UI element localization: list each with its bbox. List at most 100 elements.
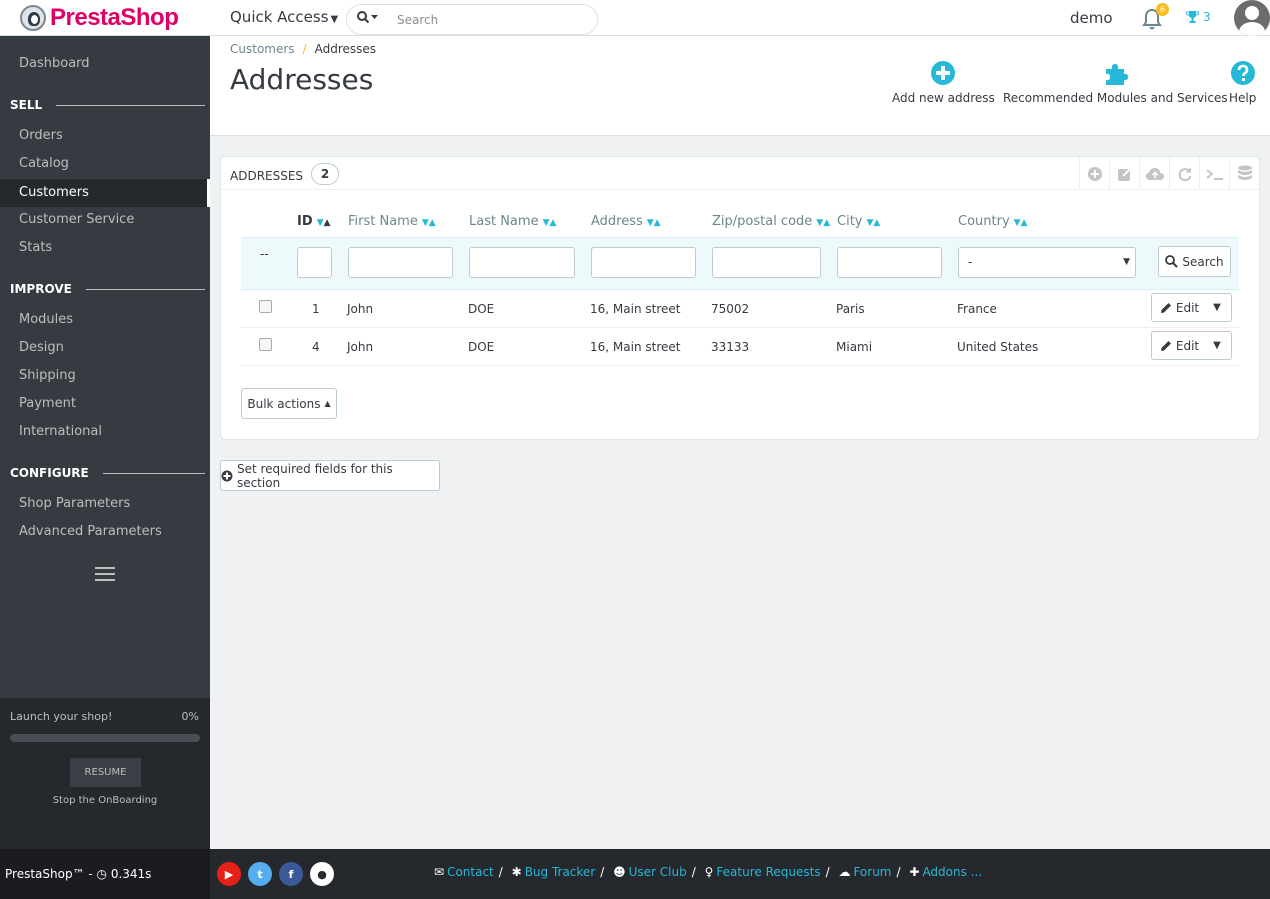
column-country-label: Country: [958, 214, 1010, 229]
panel-header: ADDRESSES 2: [221, 157, 1259, 190]
row-actions: Edit ▼: [1151, 293, 1232, 322]
cell-id: 1: [312, 302, 320, 316]
footer-link-addons[interactable]: Addons ...: [922, 865, 982, 879]
cell-last-name: DOE: [468, 340, 495, 354]
set-required-fields-button[interactable]: Set required fields for this section: [220, 460, 440, 491]
edit-button[interactable]: Edit: [1152, 294, 1203, 321]
refresh-icon[interactable]: [1169, 157, 1199, 190]
github-icon[interactable]: ●: [310, 862, 334, 886]
lightbulb-icon: ♀: [704, 865, 714, 879]
page-header: Customers / Addresses Addresses Add new ad…: [210, 36, 1270, 136]
filter-zip-input[interactable]: [712, 247, 821, 278]
sort-icons[interactable]: ▼▲: [317, 218, 331, 228]
search-icon: [1165, 255, 1179, 268]
sidebar-item-orders[interactable]: Orders: [0, 122, 210, 150]
filter-city-input[interactable]: [837, 247, 942, 278]
sidebar-item-customers[interactable]: Customers: [0, 179, 210, 207]
sort-icons[interactable]: ▼▲: [543, 218, 557, 228]
filter-last-name-input[interactable]: [469, 247, 575, 278]
cell-address: 16, Main street: [590, 340, 681, 354]
sidebar-item-modules[interactable]: Modules: [0, 306, 210, 334]
twitter-icon[interactable]: t: [248, 862, 272, 886]
table-row[interactable]: 1 John DOE 16, Main street 75002 Paris F…: [241, 290, 1239, 328]
puzzle-icon: [1106, 64, 1129, 85]
terminal-icon[interactable]: [1199, 157, 1229, 190]
sidebar-item-shipping[interactable]: Shipping: [0, 362, 210, 390]
bulk-actions-button[interactable]: Bulk actions ▲: [241, 388, 337, 419]
column-city: City ▼▲: [837, 214, 880, 229]
sidebar-item-dashboard[interactable]: Dashboard: [0, 50, 210, 78]
database-icon[interactable]: [1229, 157, 1259, 190]
table-row[interactable]: 4 John DOE 16, Main street 33133 Miami U…: [241, 328, 1239, 366]
plus-circle-icon: [221, 470, 233, 481]
column-last-name-label: Last Name: [469, 214, 539, 229]
menu-collapse-icon[interactable]: [95, 567, 115, 581]
sidebar-item-payment[interactable]: Payment: [0, 390, 210, 418]
edit-button[interactable]: Edit: [1152, 332, 1203, 359]
count-badge: 2: [311, 163, 340, 185]
footer-link-forum[interactable]: Forum: [853, 865, 891, 879]
cell-country: United States: [957, 340, 1039, 354]
trophy-link[interactable]: 3: [1186, 10, 1211, 24]
stop-onboarding-link[interactable]: Stop the OnBoarding: [0, 795, 210, 806]
cloud-upload-icon[interactable]: [1139, 157, 1169, 190]
row-actions-dropdown-icon[interactable]: ▼: [1203, 332, 1231, 359]
edit-label: Edit: [1175, 300, 1200, 315]
cell-zip: 75002: [711, 302, 750, 316]
logo[interactable]: PrestaShop: [20, 4, 179, 32]
search-scope-icon[interactable]: [357, 11, 383, 28]
sidebar-item-stats[interactable]: Stats: [0, 234, 210, 262]
select-arrow-icon: ▼: [1123, 257, 1130, 267]
column-id: ID ▼▲: [297, 214, 330, 229]
resume-button[interactable]: RESUME: [70, 758, 141, 787]
caret-down-icon: ▼: [330, 14, 339, 25]
sort-icons[interactable]: ▼▲: [866, 218, 880, 228]
onboarding-percent: 0%: [181, 710, 199, 723]
footer: PrestaShop™ - ◷ 0.341s ▶ t f ● ✉ Contact /…: [0, 849, 1270, 899]
footer-link-feature-requests[interactable]: Feature Requests: [716, 865, 820, 879]
cell-first-name: John: [347, 340, 374, 354]
bug-icon: ✱: [511, 865, 522, 879]
filter-country-value: -: [968, 255, 973, 269]
filter-id-input[interactable]: [297, 247, 332, 278]
column-zip: Zip/postal code ▼▲: [712, 214, 830, 229]
sort-icons[interactable]: ▼▲: [816, 218, 830, 228]
sidebar-item-customer-service[interactable]: Customer Service: [0, 206, 210, 234]
employee-name[interactable]: demo: [1070, 9, 1113, 27]
recommended-modules-button[interactable]: Recommended Modules and Services: [1003, 60, 1228, 105]
filter-first-name-input[interactable]: [348, 247, 453, 278]
add-new-address-button[interactable]: Add new address: [892, 60, 995, 105]
footer-link-user-club[interactable]: User Club: [629, 865, 687, 879]
row-checkbox[interactable]: [259, 338, 272, 351]
sidebar-item-shop-parameters[interactable]: Shop Parameters: [0, 490, 210, 518]
page-title: Addresses: [230, 63, 374, 96]
search-button[interactable]: Search: [1158, 246, 1231, 277]
add-icon[interactable]: [1079, 157, 1109, 190]
sort-icons[interactable]: ▼▲: [1014, 218, 1028, 228]
divider: [56, 104, 205, 106]
row-actions-dropdown-icon[interactable]: ▼: [1203, 294, 1231, 321]
search-input[interactable]: [397, 12, 587, 27]
youtube-icon[interactable]: ▶: [217, 862, 241, 886]
sidebar-item-advanced-parameters[interactable]: Advanced Parameters: [0, 518, 210, 546]
facebook-icon[interactable]: f: [279, 862, 303, 886]
export-icon[interactable]: [1109, 157, 1139, 190]
avatar[interactable]: [1234, 0, 1270, 36]
filter-address-input[interactable]: [591, 247, 696, 278]
row-checkbox[interactable]: [259, 300, 272, 313]
sidebar-item-catalog[interactable]: Catalog: [0, 150, 210, 178]
breadcrumb-parent[interactable]: Customers: [230, 42, 295, 56]
quick-access-dropdown[interactable]: Quick Access ▼: [230, 8, 338, 26]
sort-icons[interactable]: ▼▲: [422, 218, 436, 228]
sort-icons[interactable]: ▼▲: [647, 218, 661, 228]
footer-link-bug-tracker[interactable]: Bug Tracker: [525, 865, 596, 879]
sidebar-item-international[interactable]: International: [0, 418, 210, 446]
sidebar-item-design[interactable]: Design: [0, 334, 210, 362]
recommended-modules-label: Recommended Modules and Services: [1003, 91, 1228, 105]
logo-text: PrestaShop: [50, 4, 179, 31]
footer-link-contact[interactable]: Contact: [447, 865, 494, 879]
divider: [85, 288, 205, 290]
filter-country-select[interactable]: - ▼: [958, 247, 1136, 278]
cell-zip: 33133: [711, 340, 750, 354]
help-button[interactable]: Help: [1229, 60, 1256, 105]
